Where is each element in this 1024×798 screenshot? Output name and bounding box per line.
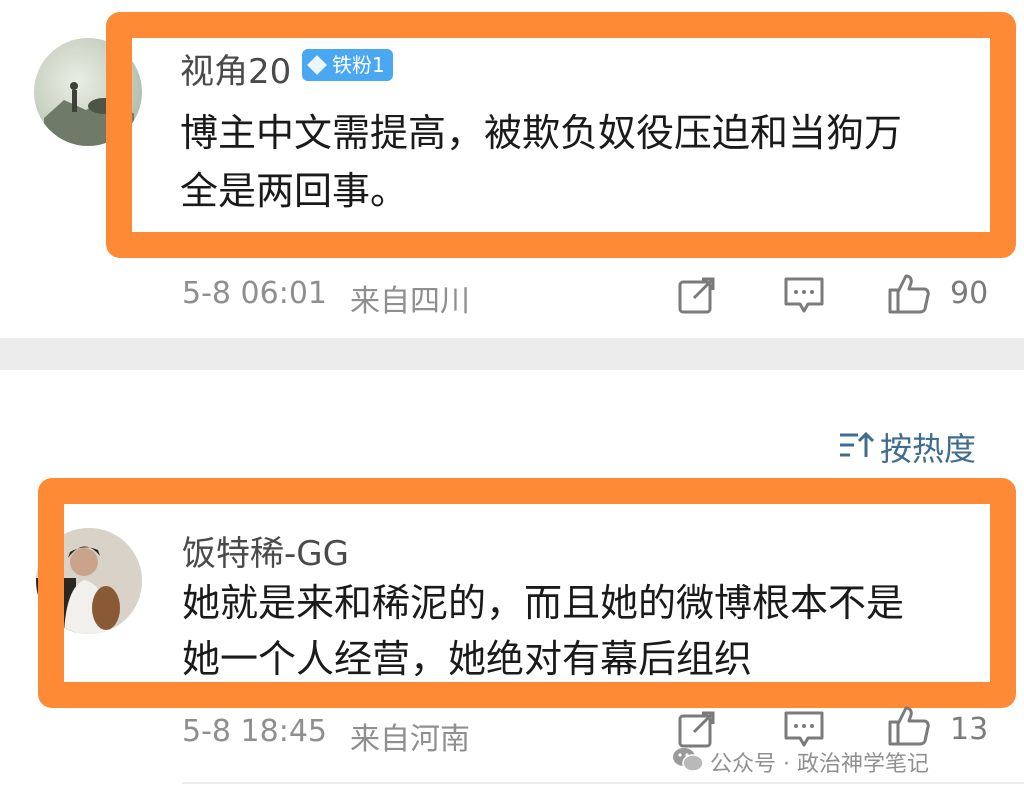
share-icon[interactable] [676, 708, 718, 750]
wechat-icon [673, 748, 704, 772]
like-icon[interactable] [886, 272, 932, 316]
sort-icon [840, 431, 874, 457]
sort-label: 按热度 [880, 430, 977, 468]
comment-location: 来自四川 [350, 284, 470, 319]
section-divider [0, 338, 1024, 370]
comment-location: 来自河南 [350, 722, 470, 757]
share-icon[interactable] [676, 274, 718, 316]
comment-date: 5-8 06:01 [182, 276, 327, 311]
like-count: 90 [950, 276, 989, 311]
like-count: 13 [950, 712, 989, 747]
like-icon[interactable] [886, 704, 932, 748]
comment-icon[interactable] [782, 708, 826, 750]
comment-date: 5-8 18:45 [182, 714, 327, 749]
bottom-separator [182, 782, 1024, 784]
comment-icon[interactable] [782, 274, 826, 316]
highlight-box [106, 12, 1016, 258]
watermark-text: 公众号 · 政治神学笔记 [710, 752, 929, 777]
highlight-box [38, 478, 1016, 708]
